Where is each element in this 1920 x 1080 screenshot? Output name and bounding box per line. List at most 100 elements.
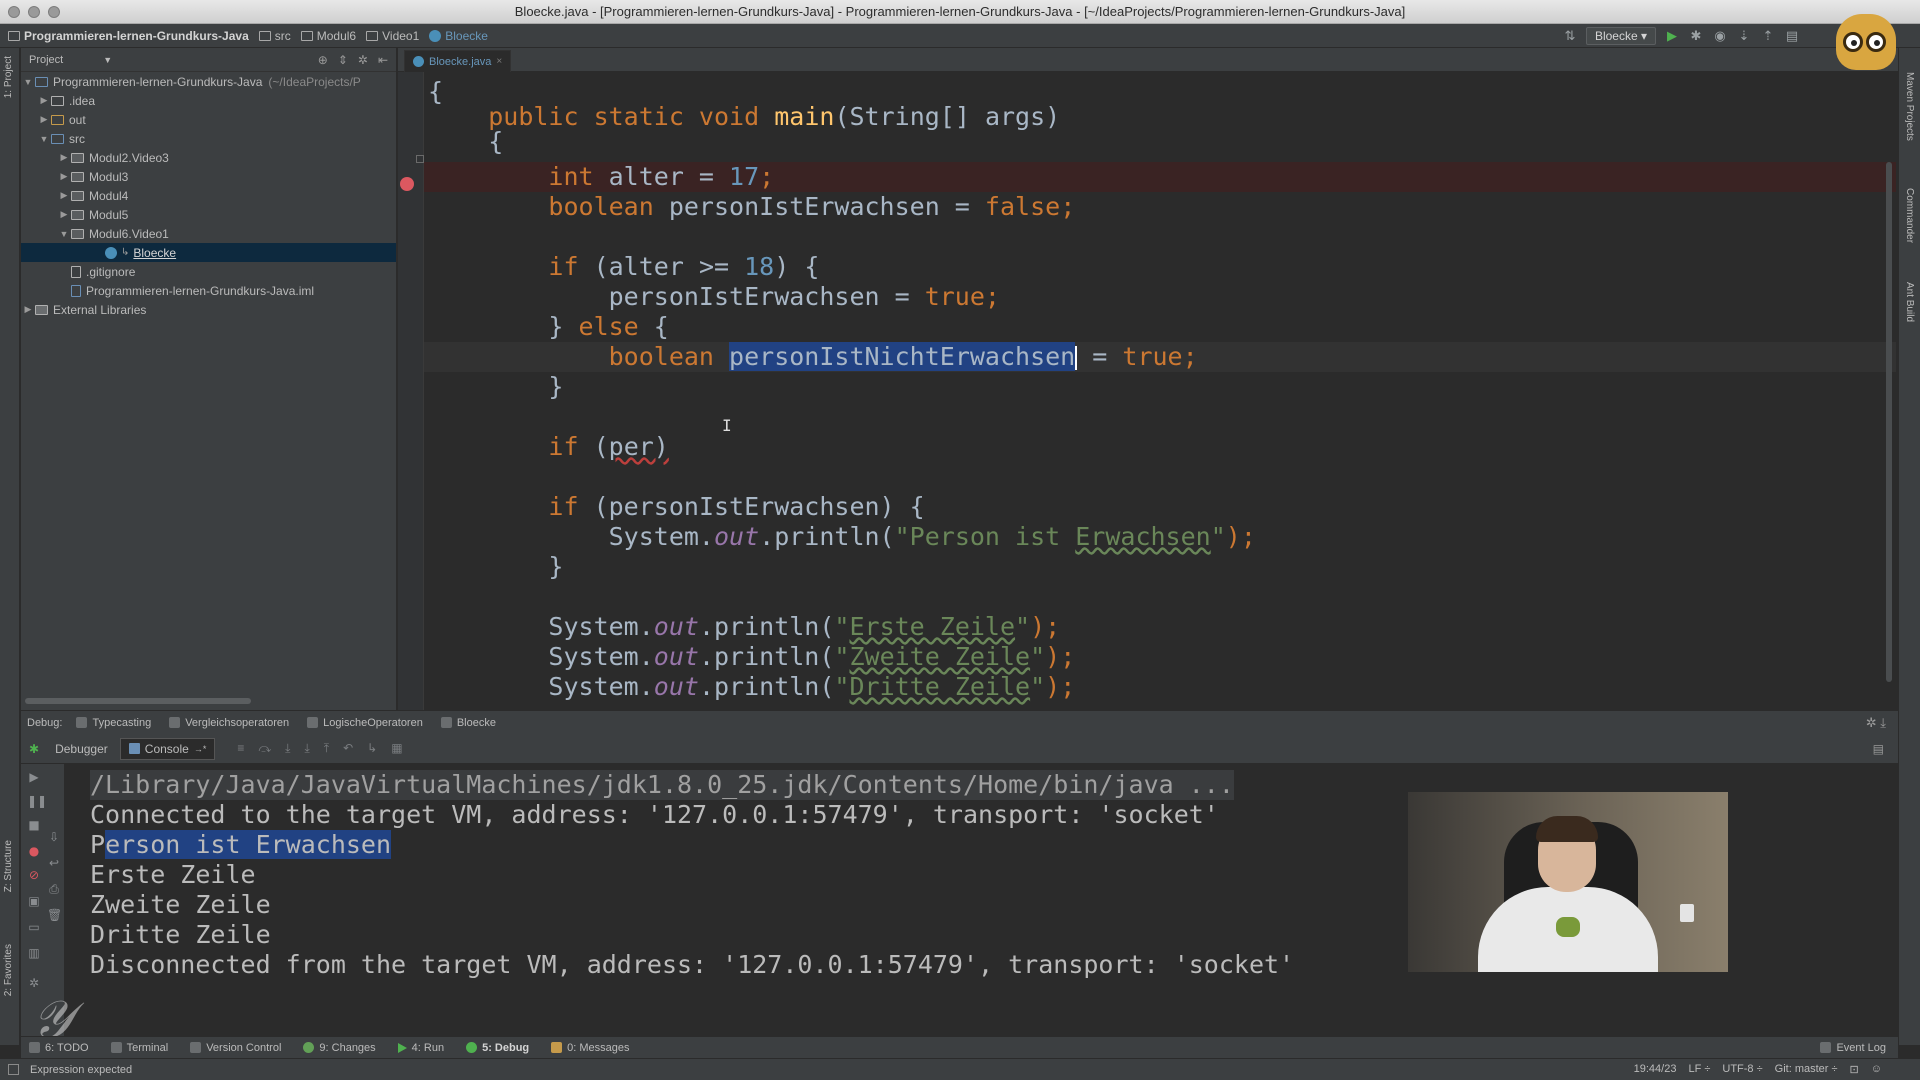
step-over-icon[interactable]: ⤼ [258, 741, 271, 756]
breadcrumb-video1[interactable]: Video1 [366, 29, 419, 43]
editor-vertical-scrollbar[interactable] [1886, 162, 1892, 682]
drop-frame-icon[interactable]: ↶ [343, 741, 353, 756]
mute-breakpoints-icon[interactable]: ⊘ [27, 868, 41, 882]
debug-tab-vergleichsoperatoren[interactable]: Vergleichsoperatoren [169, 717, 289, 729]
get-thread-dump-icon[interactable]: ▣ [27, 894, 41, 908]
editor-tab-bloecke[interactable]: Bloecke.java × [404, 50, 512, 72]
scroll-to-end-icon[interactable]: ⇩ [47, 830, 61, 844]
tool-tab-terminal[interactable]: Terminal [110, 1042, 168, 1054]
code-editor[interactable]: { public static void main(String[] args)… [424, 72, 1896, 710]
tree-item-out[interactable]: ▶ out [21, 110, 396, 129]
breadcrumb-src[interactable]: src [258, 29, 291, 43]
tree-item-src[interactable]: ▼ src [21, 129, 396, 148]
expand-arrow-icon[interactable]: ▶ [57, 152, 71, 163]
hide-panel-icon[interactable]: ⇤ [378, 53, 388, 67]
run-icon[interactable]: ▶ [1664, 28, 1680, 44]
tree-item-external-libraries[interactable]: ▶ External Libraries [21, 300, 396, 319]
tab-debugger[interactable]: Debugger [47, 739, 116, 759]
rerun-icon[interactable]: ✱ [29, 742, 39, 756]
project-tool-tab[interactable]: 1: Project [3, 56, 14, 98]
chevron-down-icon[interactable]: ▼ [103, 55, 112, 65]
print-icon[interactable]: ⎙ [47, 882, 61, 896]
run-configuration-select[interactable]: Bloecke ▾ [1585, 27, 1656, 45]
vcs-update-icon[interactable]: ⇣ [1736, 28, 1752, 44]
tree-item-modul3[interactable]: ▶ Modul3 [21, 167, 396, 186]
caret-position[interactable]: 19:44/23 [1634, 1063, 1677, 1076]
evaluate-expression-icon[interactable]: ▦ [391, 741, 402, 756]
step-out-icon[interactable]: ⤒ [324, 741, 329, 756]
maven-tool-tab[interactable]: Maven Projects [1904, 72, 1915, 141]
tree-item-modul2-video3[interactable]: ▶ Modul2.Video3 [21, 148, 396, 167]
build-icon[interactable]: ⇅ [1562, 28, 1578, 44]
tab-console[interactable]: Console →* [119, 737, 216, 760]
run-to-cursor-icon[interactable]: ↳ [367, 741, 377, 756]
favorites-tool-tab[interactable]: 2: Favorites [3, 944, 14, 996]
pause-icon[interactable]: ❚❚ [27, 794, 47, 808]
expand-arrow-icon[interactable]: ▶ [21, 304, 35, 315]
gear-icon[interactable]: ✲ [27, 976, 41, 990]
project-horizontal-scrollbar[interactable] [25, 698, 251, 704]
debug-tab-typecasting[interactable]: Typecasting [76, 717, 151, 729]
tool-windows-toggle-icon[interactable] [8, 1064, 19, 1075]
gear-icon[interactable]: ✲ ⤓ [1866, 715, 1886, 731]
debug-tab-logischeoperatoren[interactable]: LogischeOperatoren [307, 717, 423, 729]
breakpoint-icon[interactable] [400, 177, 414, 191]
show-execution-point-icon[interactable]: ≡ [237, 741, 244, 756]
coverage-icon[interactable]: ◉ [1712, 28, 1728, 44]
inspector-icon[interactable]: ☺ [1871, 1063, 1882, 1076]
view-breakpoints-icon[interactable]: ● [27, 844, 41, 858]
tool-tab-event-log[interactable]: Event Log [1820, 1042, 1886, 1054]
soft-wrap-icon[interactable]: ↩ [47, 856, 61, 870]
tree-item-modul4[interactable]: ▶ Modul4 [21, 186, 396, 205]
expand-arrow-icon[interactable]: ▶ [37, 114, 51, 125]
expand-arrow-icon[interactable]: ▼ [21, 77, 35, 87]
layout-icon[interactable]: ▥ [27, 946, 41, 960]
expand-arrow-icon[interactable]: ▼ [57, 229, 71, 239]
breadcrumb-bloecke[interactable]: Bloecke [429, 29, 488, 43]
line-separator[interactable]: LF ÷ [1688, 1063, 1710, 1076]
tree-item-gitignore[interactable]: .gitignore [21, 262, 396, 281]
tool-tab-todo[interactable]: 6: TODO [29, 1042, 89, 1054]
tool-tab-debug[interactable]: 5: Debug [466, 1042, 529, 1054]
vcs-commit-icon[interactable]: ⇡ [1760, 28, 1776, 44]
settings-icon[interactable]: ▤ [1784, 28, 1800, 44]
fold-marker-icon[interactable] [416, 155, 424, 163]
restore-layout-icon[interactable]: ▤ [1873, 742, 1884, 756]
expand-arrow-icon[interactable]: ▶ [37, 95, 51, 106]
tree-item-idea[interactable]: ▶ .idea [21, 91, 396, 110]
tool-tab-messages[interactable]: 0: Messages [551, 1042, 630, 1054]
collapse-icon[interactable]: ⇕ [338, 53, 348, 67]
structure-tool-tab[interactable]: Z: Structure [3, 840, 14, 892]
tree-item-modul5[interactable]: ▶ Modul5 [21, 205, 396, 224]
lock-icon[interactable]: ⊡ [1850, 1063, 1859, 1076]
tool-tab-run[interactable]: 4: Run [397, 1042, 444, 1054]
debug-icon[interactable]: ✱ [1688, 28, 1704, 44]
gear-icon[interactable]: ✲ [358, 53, 368, 67]
tree-item-project-root[interactable]: ▼ Programmieren-lernen-Grundkurs-Java (~… [21, 72, 396, 91]
tree-item-modul6-video1[interactable]: ▼ Modul6.Video1 [21, 224, 396, 243]
expand-arrow-icon[interactable]: ▶ [57, 171, 71, 182]
tool-tab-changes[interactable]: 9: Changes [303, 1042, 376, 1054]
tree-item-bloecke[interactable]: ↳ Bloecke [21, 243, 396, 262]
settings-icon[interactable]: ▭ [27, 920, 41, 934]
editor-gutter[interactable] [398, 72, 424, 710]
expand-arrow-icon[interactable]: ▶ [57, 209, 71, 220]
file-encoding[interactable]: UTF-8 ÷ [1722, 1063, 1762, 1076]
git-branch[interactable]: Git: master ÷ [1775, 1063, 1838, 1076]
project-view-label[interactable]: Project [29, 54, 63, 66]
breadcrumb-modul6[interactable]: Modul6 [300, 29, 356, 43]
close-icon[interactable]: × [496, 56, 502, 67]
clear-all-icon[interactable]: 🗑 [47, 908, 62, 922]
resume-icon[interactable]: ▶ [27, 770, 41, 784]
tool-tab-version-control[interactable]: Version Control [190, 1042, 281, 1054]
expand-arrow-icon[interactable]: ▼ [37, 134, 51, 144]
locate-icon[interactable]: ⊕ [318, 53, 328, 67]
expand-arrow-icon[interactable]: ▶ [57, 190, 71, 201]
debug-tab-bloecke[interactable]: Bloecke [440, 717, 496, 729]
tree-item-iml[interactable]: Programmieren-lernen-Grundkurs-Java.iml [21, 281, 396, 300]
stop-icon[interactable]: ■ [27, 818, 41, 832]
step-into-icon[interactable]: ⤓ [285, 741, 290, 756]
commander-tool-tab[interactable]: Commander [1904, 188, 1915, 243]
force-step-into-icon[interactable]: ⤓ [304, 741, 309, 756]
ant-build-tool-tab[interactable]: Ant Build [1904, 282, 1915, 322]
